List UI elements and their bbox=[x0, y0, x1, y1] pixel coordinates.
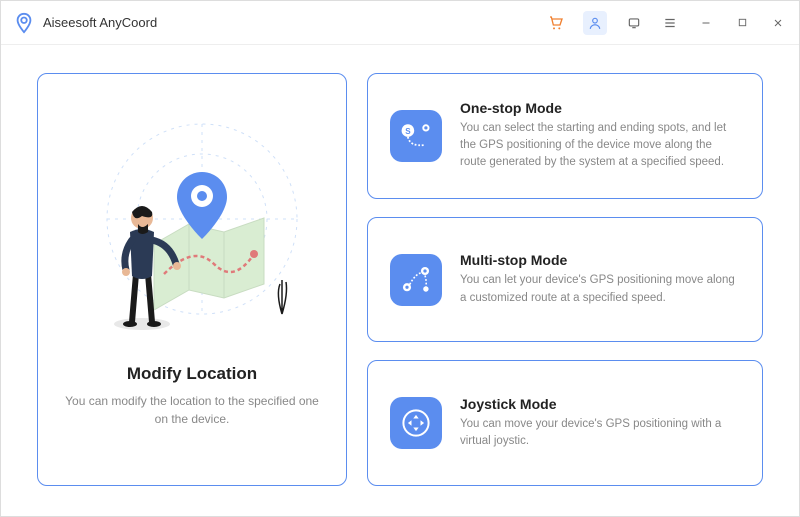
modes-column: S One-stop Mode You can select the start… bbox=[367, 73, 763, 486]
multi-stop-mode-card[interactable]: Multi-stop Mode You can let your device'… bbox=[367, 217, 763, 343]
app-logo-icon bbox=[13, 12, 35, 34]
multi-stop-mode-text: Multi-stop Mode You can let your device'… bbox=[460, 252, 740, 307]
content-area: Modify Location You can modify the locat… bbox=[1, 45, 799, 516]
menu-icon[interactable] bbox=[661, 14, 679, 32]
modify-location-desc: You can modify the location to the speci… bbox=[62, 392, 322, 428]
maximize-icon[interactable] bbox=[733, 14, 751, 32]
multi-stop-mode-icon bbox=[390, 254, 442, 306]
modify-location-card[interactable]: Modify Location You can modify the locat… bbox=[37, 73, 347, 486]
joystick-mode-icon bbox=[390, 397, 442, 449]
one-stop-mode-icon: S bbox=[390, 110, 442, 162]
one-stop-mode-title: One-stop Mode bbox=[460, 100, 740, 116]
titlebar: Aiseesoft AnyCoord bbox=[1, 1, 799, 45]
user-icon[interactable] bbox=[583, 11, 607, 35]
cart-icon[interactable] bbox=[547, 14, 565, 32]
titlebar-left: Aiseesoft AnyCoord bbox=[13, 12, 157, 34]
svg-text:S: S bbox=[405, 127, 411, 136]
joystick-mode-text: Joystick Mode You can move your device's… bbox=[460, 396, 740, 451]
modify-location-illustration bbox=[62, 94, 322, 354]
joystick-mode-title: Joystick Mode bbox=[460, 396, 740, 412]
joystick-mode-desc: You can move your device's GPS positioni… bbox=[460, 416, 740, 451]
close-icon[interactable] bbox=[769, 14, 787, 32]
one-stop-mode-text: One-stop Mode You can select the startin… bbox=[460, 100, 740, 172]
app-window: Aiseesoft AnyCoord bbox=[0, 0, 800, 517]
joystick-mode-card[interactable]: Joystick Mode You can move your device's… bbox=[367, 360, 763, 486]
app-title: Aiseesoft AnyCoord bbox=[43, 15, 157, 30]
feedback-icon[interactable] bbox=[625, 14, 643, 32]
modify-location-title: Modify Location bbox=[127, 364, 257, 384]
multi-stop-mode-desc: You can let your device's GPS positionin… bbox=[460, 272, 740, 307]
one-stop-mode-card[interactable]: S One-stop Mode You can select the start… bbox=[367, 73, 763, 199]
titlebar-right bbox=[547, 11, 787, 35]
one-stop-mode-desc: You can select the starting and ending s… bbox=[460, 120, 740, 172]
multi-stop-mode-title: Multi-stop Mode bbox=[460, 252, 740, 268]
minimize-icon[interactable] bbox=[697, 14, 715, 32]
